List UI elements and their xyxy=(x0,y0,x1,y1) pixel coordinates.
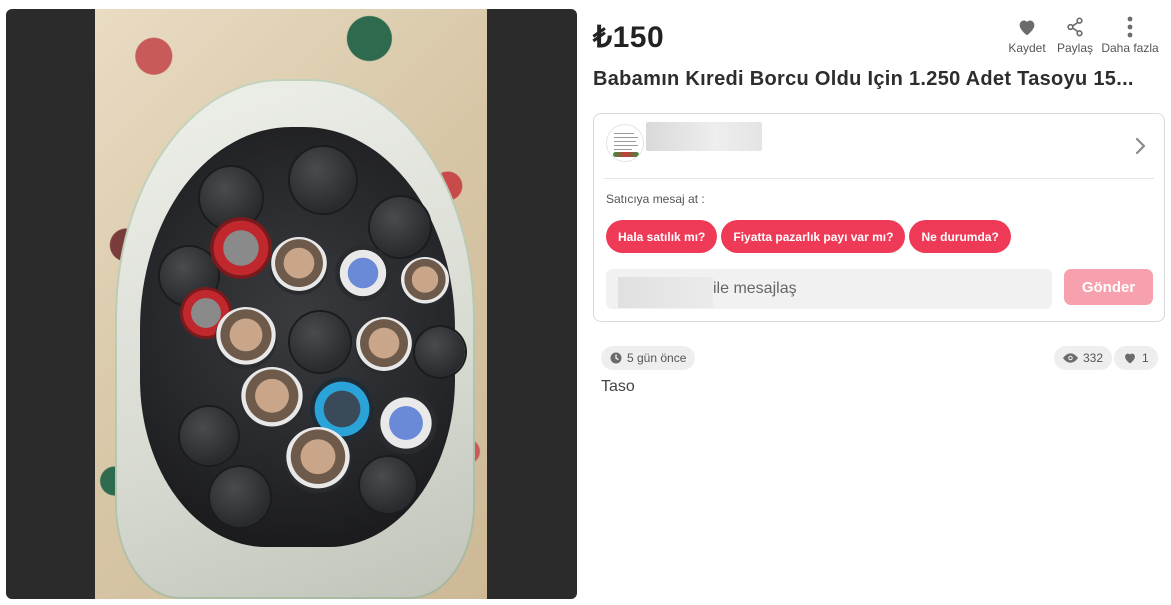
taso-disc xyxy=(215,307,277,369)
heart-icon xyxy=(1125,353,1135,364)
seller-card: Satıcıya mesaj at : Hala satılık mı? Fiy… xyxy=(593,113,1165,322)
views-count: 332 xyxy=(1083,351,1104,365)
taso-disc xyxy=(415,327,465,377)
save-label: Kaydet xyxy=(1008,41,1046,55)
image-gallery[interactable] xyxy=(6,9,577,599)
category-label: Taso xyxy=(601,378,635,395)
clock-icon xyxy=(610,352,622,364)
quick-message-still-for-sale[interactable]: Hala satılık mı? xyxy=(606,220,718,253)
quick-message-condition[interactable]: Ne durumda? xyxy=(909,220,1011,253)
more-button[interactable]: Daha fazla xyxy=(1099,14,1161,55)
seller-name-redacted[interactable] xyxy=(646,122,762,151)
views-badge: 332 xyxy=(1054,346,1113,370)
taso-disc xyxy=(290,312,350,372)
price: ₺150 xyxy=(593,21,665,54)
eye-icon xyxy=(1063,353,1078,363)
tazos-pile xyxy=(140,127,465,547)
taso-disc xyxy=(210,467,270,527)
likes-count: 1 xyxy=(1142,351,1149,365)
more-label: Daha fazla xyxy=(1101,41,1159,55)
seller-profile-row[interactable] xyxy=(604,114,1154,179)
taso-disc xyxy=(335,245,391,301)
taso-disc xyxy=(270,237,328,295)
message-input[interactable]: ile mesajlaş xyxy=(606,269,1052,309)
share-label: Paylaş xyxy=(1056,41,1094,55)
taso-disc xyxy=(285,427,351,493)
taso-disc xyxy=(290,147,356,213)
posted-date-badge: 5 gün önce xyxy=(601,346,696,370)
message-input-placeholder: ile mesajlaş xyxy=(713,280,797,297)
chevron-right-icon[interactable] xyxy=(1130,134,1152,158)
taso-disc xyxy=(400,257,450,307)
listing-title: Babamın Kıredi Borcu Oldu Için 1.250 Ade… xyxy=(593,68,1134,90)
share-icon xyxy=(1051,14,1099,40)
taso-disc xyxy=(360,457,416,513)
product-photo[interactable] xyxy=(95,9,487,599)
likes-badge: 1 xyxy=(1114,346,1158,370)
taso-disc xyxy=(355,317,413,375)
quick-message-negotiable[interactable]: Fiyatta pazarlık payı var mı? xyxy=(721,220,906,253)
heart-icon xyxy=(1003,14,1051,40)
taso-disc xyxy=(240,367,304,431)
posted-date: 5 gün önce xyxy=(627,351,687,365)
more-vertical-icon xyxy=(1099,14,1161,40)
send-button[interactable]: Gönder xyxy=(1064,269,1153,305)
listing-actions: Kaydet Paylaş Daha fazla xyxy=(1003,14,1161,55)
taso-disc xyxy=(210,217,272,279)
avatar[interactable] xyxy=(606,124,644,162)
seller-name-redacted xyxy=(618,277,713,308)
taso-disc xyxy=(370,197,430,257)
save-button[interactable]: Kaydet xyxy=(1003,14,1051,55)
taso-disc xyxy=(375,392,437,454)
share-button[interactable]: Paylaş xyxy=(1051,14,1099,55)
taso-disc xyxy=(180,407,238,465)
message-seller-label: Satıcıya mesaj at : xyxy=(606,192,705,206)
quick-message-chips: Hala satılık mı? Fiyatta pazarlık payı v… xyxy=(606,220,1011,253)
